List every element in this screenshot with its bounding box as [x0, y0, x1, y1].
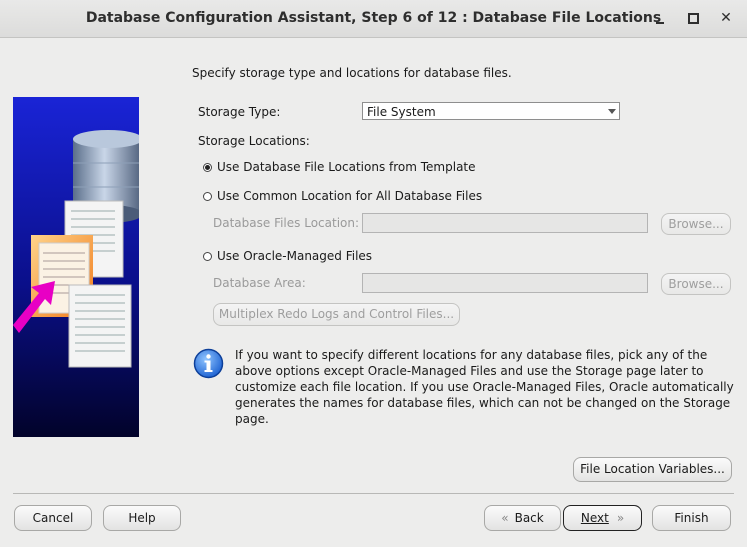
- db-files-location-field[interactable]: [362, 213, 648, 233]
- maximize-icon[interactable]: [683, 8, 703, 28]
- help-button[interactable]: Help: [103, 505, 181, 531]
- minimize-icon[interactable]: [650, 8, 670, 28]
- intro-text: Specify storage type and locations for d…: [192, 66, 512, 80]
- radio-common-label: Use Common Location for All Database Fil…: [217, 189, 483, 203]
- storage-type-label: Storage Type:: [198, 105, 281, 119]
- next-button[interactable]: Next»: [563, 505, 642, 531]
- file-location-variables-button[interactable]: File Location Variables...: [573, 457, 732, 482]
- radio-unselected-icon: [203, 251, 212, 261]
- storage-locations-label: Storage Locations:: [198, 134, 310, 148]
- back-button[interactable]: «Back: [484, 505, 561, 531]
- close-icon[interactable]: ✕: [716, 8, 736, 28]
- multiplex-redo-logs-button[interactable]: Multiplex Redo Logs and Control Files...: [213, 303, 460, 326]
- radio-template-locations[interactable]: Use Database File Locations from Templat…: [203, 160, 476, 174]
- finish-button[interactable]: Finish: [652, 505, 731, 531]
- database-area-field[interactable]: [362, 273, 648, 293]
- cancel-button[interactable]: Cancel: [14, 505, 92, 531]
- footer-separator: [13, 493, 734, 494]
- radio-template-label: Use Database File Locations from Templat…: [217, 160, 476, 174]
- info-icon: [193, 348, 224, 379]
- browse-database-area-button[interactable]: Browse...: [661, 273, 731, 295]
- radio-unselected-icon: [203, 191, 212, 201]
- storage-type-dropdown[interactable]: File System: [362, 102, 620, 120]
- radio-selected-icon: [203, 162, 212, 172]
- radio-common-location[interactable]: Use Common Location for All Database Fil…: [203, 189, 482, 203]
- chevron-down-icon: [608, 109, 616, 114]
- chevron-left-icon: «: [501, 511, 509, 525]
- db-files-location-label: Database Files Location:: [213, 216, 360, 230]
- browse-db-files-button[interactable]: Browse...: [661, 213, 731, 235]
- window-title: Database Configuration Assistant, Step 6…: [85, 10, 662, 26]
- radio-oracle-managed-label: Use Oracle-Managed Files: [217, 249, 373, 263]
- radio-oracle-managed[interactable]: Use Oracle-Managed Files: [203, 249, 372, 263]
- database-area-label: Database Area:: [213, 276, 306, 290]
- database-files-illustration: [13, 97, 139, 437]
- dbca-window: Database Configuration Assistant, Step 6…: [0, 0, 747, 547]
- storage-type-value: File System: [367, 105, 436, 119]
- title-bar: Database Configuration Assistant, Step 6…: [0, 0, 747, 38]
- chevron-right-icon: »: [616, 511, 625, 525]
- info-message: If you want to specify different locatio…: [235, 348, 734, 426]
